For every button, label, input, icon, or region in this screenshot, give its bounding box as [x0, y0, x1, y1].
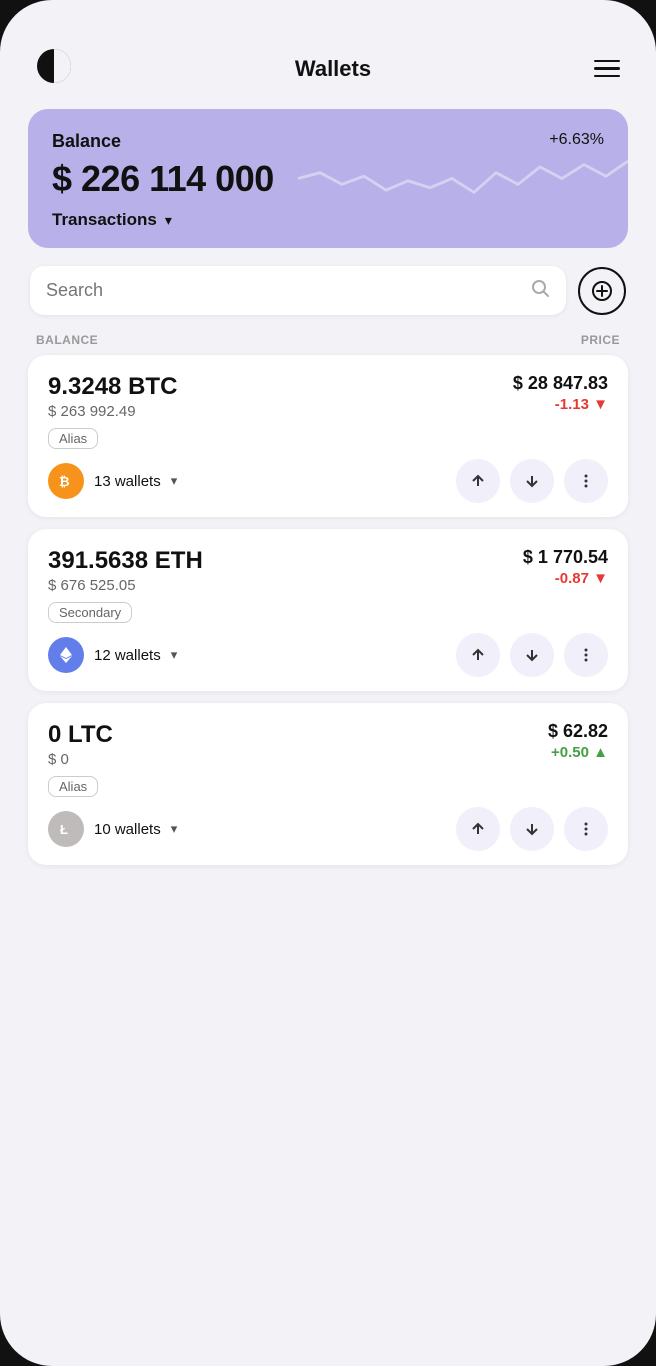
search-icon: [530, 278, 550, 303]
transactions-label: Transactions: [52, 210, 157, 230]
balance-card: Balance +6.63% $ 226 114 000 Transaction…: [28, 109, 628, 248]
eth-wallet-chevron-icon: ▾: [171, 647, 178, 663]
phone-shell: Wallets Balance +6.63% $ 226 114 000 Tra…: [0, 0, 656, 1366]
header: Wallets: [28, 48, 628, 109]
eth-wallet-count: 12 wallets: [94, 647, 161, 664]
search-row: [28, 266, 628, 315]
menu-button[interactable]: [594, 60, 620, 78]
transactions-chevron-icon: ▾: [165, 212, 172, 229]
btc-price: $ 28 847.83: [513, 373, 608, 394]
asset-list: 9.3248 BTC $ 263 992.49 $ 28 847.83 -1.1…: [28, 355, 628, 865]
col-header-balance: BALANCE: [36, 333, 98, 347]
svg-text:₿: ₿: [59, 474, 70, 489]
ltc-wallet-count: 10 wallets: [94, 821, 161, 838]
ltc-change: +0.50 ▲: [548, 744, 608, 761]
eth-more-button[interactable]: [564, 633, 608, 677]
btc-send-button[interactable]: [456, 459, 500, 503]
balance-chart: [298, 109, 628, 248]
asset-card-eth: 391.5638 ETH $ 676 525.05 $ 1 770.54 -0.…: [28, 529, 628, 691]
btc-wallet-count: 13 wallets: [94, 473, 161, 490]
page-title: Wallets: [295, 56, 371, 82]
btc-coin-icon: ₿: [48, 463, 84, 499]
add-wallet-button[interactable]: [578, 267, 626, 315]
eth-amount: 391.5638 ETH: [48, 547, 203, 575]
btc-tag: Alias: [48, 428, 98, 449]
eth-receive-button[interactable]: [510, 633, 554, 677]
ltc-amount: 0 LTC: [48, 721, 113, 749]
ltc-wallet-chevron-icon: ▾: [171, 821, 178, 837]
ltc-coin-icon: Ł: [48, 811, 84, 847]
eth-tag: Secondary: [48, 602, 132, 623]
ltc-wallet-info[interactable]: Ł 10 wallets ▾: [48, 811, 177, 847]
search-input[interactable]: [46, 280, 520, 301]
asset-card-btc: 9.3248 BTC $ 263 992.49 $ 28 847.83 -1.1…: [28, 355, 628, 517]
btc-amount: 9.3248 BTC: [48, 373, 177, 401]
ltc-more-button[interactable]: [564, 807, 608, 851]
eth-change: -0.87 ▼: [523, 570, 608, 587]
svg-text:Ł: Ł: [60, 822, 68, 837]
btc-more-button[interactable]: [564, 459, 608, 503]
ltc-price: $ 62.82: [548, 721, 608, 742]
eth-send-button[interactable]: [456, 633, 500, 677]
eth-wallet-info[interactable]: 12 wallets ▾: [48, 637, 177, 673]
btc-wallet-chevron-icon: ▾: [171, 473, 178, 489]
balance-label: Balance: [52, 131, 121, 152]
col-header-price: PRICE: [581, 333, 620, 347]
btc-usd: $ 263 992.49: [48, 403, 177, 420]
search-box: [30, 266, 566, 315]
btc-receive-button[interactable]: [510, 459, 554, 503]
eth-price: $ 1 770.54: [523, 547, 608, 568]
ltc-send-button[interactable]: [456, 807, 500, 851]
btc-wallet-info[interactable]: ₿ 13 wallets ▾: [48, 463, 177, 499]
column-headers: BALANCE PRICE: [28, 323, 628, 355]
eth-usd: $ 676 525.05: [48, 577, 203, 594]
logo-icon: [36, 48, 72, 89]
ltc-usd: $ 0: [48, 751, 113, 768]
ltc-tag: Alias: [48, 776, 98, 797]
ltc-receive-button[interactable]: [510, 807, 554, 851]
eth-coin-icon: [48, 637, 84, 673]
btc-change: -1.13 ▼: [513, 396, 608, 413]
asset-card-ltc: 0 LTC $ 0 $ 62.82 +0.50 ▲ Alias Ł 10 wal…: [28, 703, 628, 865]
